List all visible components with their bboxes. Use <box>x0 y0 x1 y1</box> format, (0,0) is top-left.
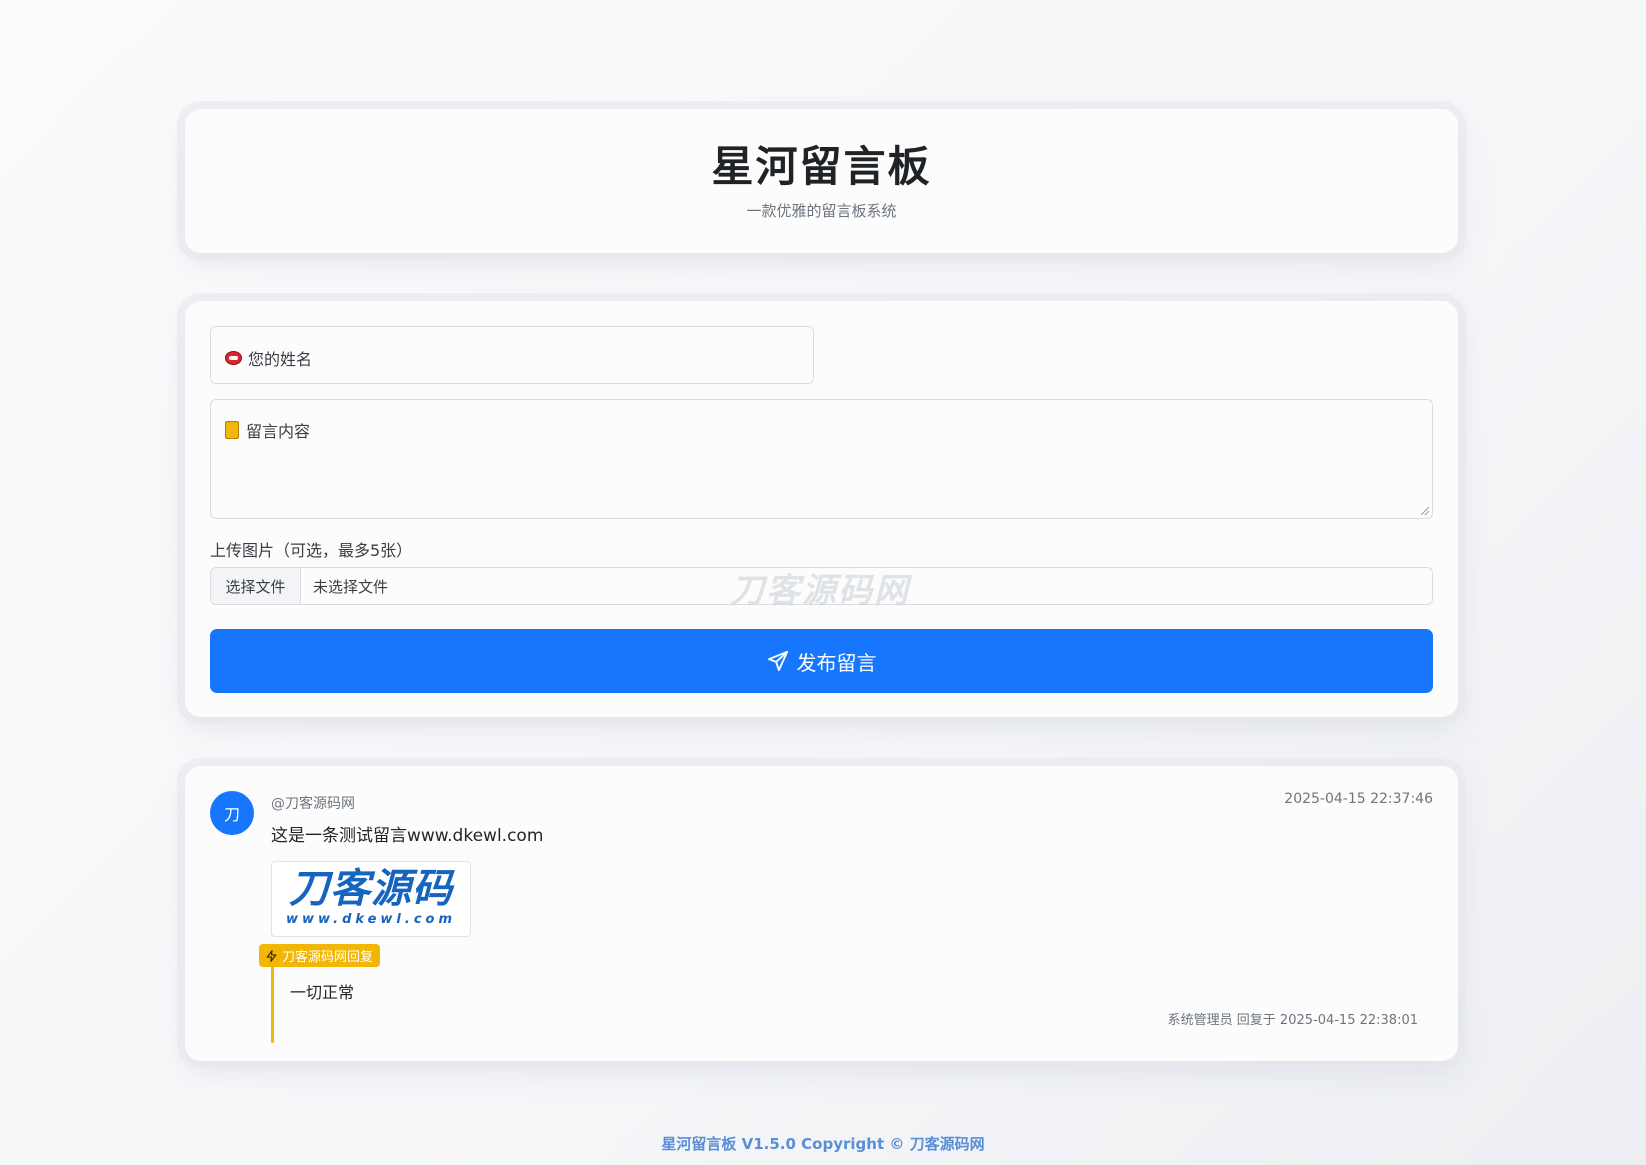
message-form: 您的姓名 留言内容 上传图片（可选，最多5张） 选择文件 未选择文件 刀客源码网… <box>185 301 1458 717</box>
send-icon <box>767 650 788 672</box>
content-placeholder: 留言内容 <box>246 422 311 441</box>
image-logo-text: 刀客源码 <box>289 866 453 912</box>
notebook-emoji-icon <box>225 421 239 439</box>
submit-label: 发布留言 <box>796 650 877 675</box>
avatar: 刀 <box>210 791 254 835</box>
name-input[interactable]: 您的姓名 <box>210 326 814 384</box>
message-image[interactable]: 刀客源码 www.dkewl.com <box>271 861 471 937</box>
image-url-text: www.dkewl.com <box>285 912 457 927</box>
header-card: 星河留言板 一款优雅的留言板系统 <box>185 109 1458 253</box>
lightning-icon <box>266 949 277 962</box>
upload-label: 上传图片（可选，最多5张） <box>210 541 413 560</box>
message-content: 这是一条测试留言www.dkewl.com <box>271 826 544 846</box>
reply-badge: 刀客源码网回复 <box>259 944 381 967</box>
page-title: 星河留言板 <box>711 142 932 191</box>
resize-handle-icon[interactable] <box>1421 507 1429 515</box>
footer-copyright: 星河留言板 V1.5.0 Copyright © 刀客源码网 <box>661 1135 985 1153</box>
content-textarea[interactable]: 留言内容 <box>210 399 1433 519</box>
reply-badge-label: 刀客源码网回复 <box>282 950 374 965</box>
message-author: @刀客源码网 <box>271 796 355 812</box>
name-placeholder: 您的姓名 <box>248 350 313 369</box>
page-subtitle: 一款优雅的留言板系统 <box>746 202 897 220</box>
message-time: 2025-04-15 22:37:46 <box>1284 791 1433 807</box>
file-input[interactable]: 选择文件 未选择文件 <box>210 567 1433 605</box>
submit-button[interactable]: 发布留言 <box>210 629 1433 693</box>
reply-meta: 系统管理员 回复于 2025-04-15 22:38:01 <box>1167 1013 1418 1028</box>
reply-content: 一切正常 <box>290 983 355 1002</box>
message-item: 刀 @刀客源码网 2025-04-15 22:37:46 这是一条测试留言www… <box>185 766 1458 1061</box>
choose-file-button[interactable]: 选择文件 <box>211 568 301 604</box>
mouth-emoji-icon <box>225 351 242 365</box>
file-status: 未选择文件 <box>313 577 389 596</box>
